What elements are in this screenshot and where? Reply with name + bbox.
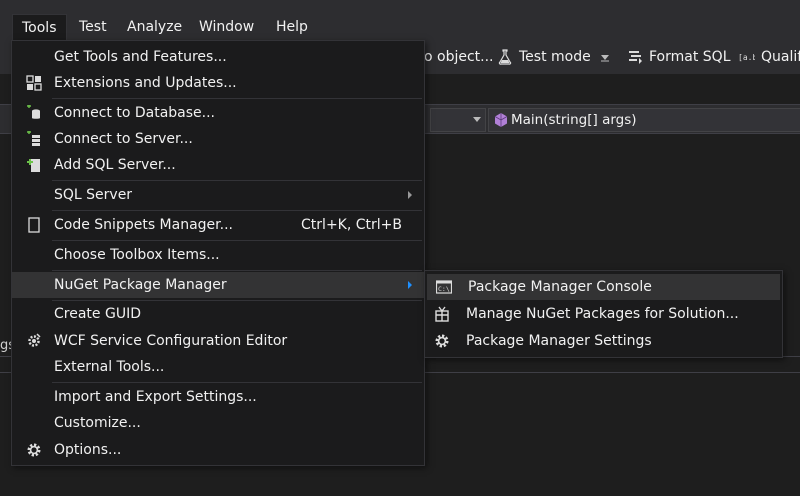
toolbar-dropdown[interactable] bbox=[600, 40, 610, 74]
wcf-gear-icon bbox=[28, 333, 41, 347]
menu-item-label: Add SQL Server... bbox=[54, 157, 176, 173]
submenu-item-package-manager-console[interactable]: C:\ Package Manager Console bbox=[427, 274, 780, 300]
menu-item-label: Customize... bbox=[54, 415, 141, 431]
menu-item-label: Get Tools and Features... bbox=[54, 49, 227, 65]
menu-item-shortcut: Ctrl+K, Ctrl+B bbox=[301, 217, 402, 233]
member-combo[interactable]: Main(string[] args) bbox=[488, 108, 800, 132]
go-object-button[interactable]: o object... bbox=[424, 40, 494, 74]
format-sql-icon bbox=[629, 51, 642, 64]
svg-text:[a.b]: [a.b] bbox=[738, 53, 755, 62]
menu-item-label: Connect to Server... bbox=[54, 131, 193, 147]
menu-test[interactable]: Test bbox=[79, 14, 107, 40]
menu-bar: Tools Test Analyze Window Help bbox=[0, 0, 800, 41]
menu-item-choose-toolbox[interactable]: Choose Toolbox Items... bbox=[12, 242, 424, 268]
menu-item-connect-server[interactable]: Connect to Server... bbox=[12, 126, 424, 152]
format-sql-button[interactable]: Format SQL bbox=[627, 40, 731, 74]
menu-item-create-guid[interactable]: Create GUID bbox=[12, 301, 424, 327]
menu-item-external-tools[interactable]: External Tools... bbox=[12, 354, 424, 380]
menu-separator bbox=[52, 180, 422, 181]
menu-item-label: Import and Export Settings... bbox=[54, 389, 257, 405]
menu-item-nuget[interactable]: NuGet Package Manager bbox=[12, 272, 424, 298]
snippets-icon bbox=[28, 217, 40, 233]
menu-separator bbox=[52, 270, 422, 271]
menu-help[interactable]: Help bbox=[276, 14, 308, 40]
menu-item-label: Extensions and Updates... bbox=[54, 75, 237, 91]
submenu-arrow-icon bbox=[408, 191, 412, 199]
menu-item-add-sql-server[interactable]: Add SQL Server... bbox=[12, 152, 424, 178]
add-sql-server-icon bbox=[27, 159, 40, 172]
qualify-icon: [a.b] bbox=[738, 53, 755, 62]
menu-separator bbox=[52, 382, 422, 383]
menu-analyze[interactable]: Analyze bbox=[127, 14, 182, 40]
gear-icon bbox=[435, 334, 449, 348]
menu-item-label: Choose Toolbox Items... bbox=[54, 247, 220, 263]
menu-item-wcf-editor[interactable]: WCF Service Configuration Editor bbox=[12, 328, 424, 354]
test-mode-label: Test mode bbox=[519, 49, 591, 65]
flask-icon bbox=[498, 49, 512, 65]
qualify-label: Qualif bbox=[761, 49, 800, 65]
menu-item-sql-server[interactable]: SQL Server bbox=[12, 182, 424, 208]
submenu-item-package-manager-settings[interactable]: Package Manager Settings bbox=[425, 328, 782, 354]
menu-item-label: SQL Server bbox=[54, 187, 133, 203]
submenu-item-label: Manage NuGet Packages for Solution... bbox=[466, 306, 739, 322]
chevron-down-icon bbox=[601, 55, 609, 62]
menu-window[interactable]: Window bbox=[199, 14, 254, 40]
format-sql-label: Format SQL bbox=[649, 49, 731, 65]
submenu-item-label: Package Manager Settings bbox=[466, 333, 652, 349]
qualify-button[interactable]: [a.b] Qualif bbox=[737, 40, 800, 74]
submenu-item-manage-nuget-packages[interactable]: Manage NuGet Packages for Solution... bbox=[425, 301, 782, 327]
nuget-submenu: C:\ Package Manager Console Manage NuGet… bbox=[424, 270, 783, 358]
menu-item-import-export[interactable]: Import and Export Settings... bbox=[12, 384, 424, 410]
server-connect-icon bbox=[27, 131, 40, 146]
extensions-icon bbox=[26, 75, 42, 91]
member-combo-label: Main(string[] args) bbox=[511, 112, 637, 128]
gear-icon bbox=[27, 443, 41, 457]
menu-item-connect-database[interactable]: Connect to Database... bbox=[12, 100, 424, 126]
database-connect-icon bbox=[27, 105, 40, 119]
chevron-down-icon bbox=[473, 117, 481, 122]
menu-item-label: External Tools... bbox=[54, 359, 165, 375]
menu-separator bbox=[52, 240, 422, 241]
menu-tools[interactable]: Tools bbox=[12, 14, 67, 41]
test-mode-button[interactable]: Test mode bbox=[497, 40, 591, 74]
submenu-item-label: Package Manager Console bbox=[468, 279, 652, 295]
menu-item-get-tools[interactable]: Get Tools and Features... bbox=[12, 44, 424, 70]
package-icon bbox=[435, 306, 449, 322]
menu-item-label: WCF Service Configuration Editor bbox=[54, 333, 288, 349]
method-icon bbox=[494, 113, 508, 127]
menu-item-label: Connect to Database... bbox=[54, 105, 215, 121]
tools-menu: Get Tools and Features... Extensions and… bbox=[11, 40, 425, 466]
menu-item-label: NuGet Package Manager bbox=[54, 277, 227, 293]
menu-item-code-snippets[interactable]: Code Snippets Manager... Ctrl+K, Ctrl+B bbox=[12, 212, 424, 238]
menu-item-label: Code Snippets Manager... bbox=[54, 217, 233, 233]
menu-item-extensions[interactable]: Extensions and Updates... bbox=[12, 70, 424, 96]
type-combo[interactable] bbox=[430, 108, 486, 132]
console-icon: C:\ bbox=[436, 280, 452, 294]
submenu-arrow-icon bbox=[408, 281, 412, 289]
menu-item-label: Create GUID bbox=[54, 306, 141, 322]
menu-item-options[interactable]: Options... bbox=[12, 437, 424, 463]
svg-text:C:\: C:\ bbox=[438, 285, 450, 293]
menu-separator bbox=[52, 98, 422, 99]
menu-separator bbox=[52, 210, 422, 211]
menu-item-label: Options... bbox=[54, 442, 122, 458]
menu-item-customize[interactable]: Customize... bbox=[12, 410, 424, 436]
